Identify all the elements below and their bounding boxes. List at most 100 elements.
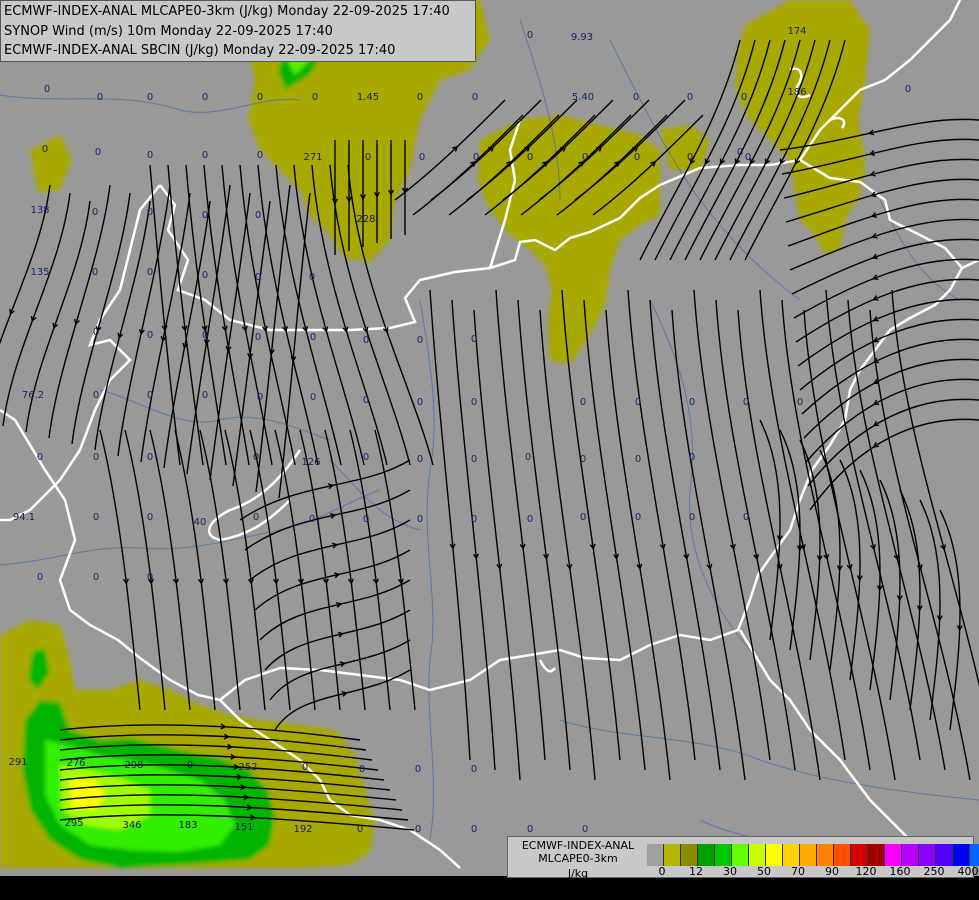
streamline xyxy=(839,459,861,681)
legend-swatch xyxy=(851,844,868,866)
value-label: 0 xyxy=(419,152,425,163)
streamline xyxy=(891,289,979,687)
value-label: 0 xyxy=(689,512,695,523)
streamline xyxy=(495,289,546,761)
value-label: 276 xyxy=(66,758,85,769)
value-label: 0 xyxy=(255,332,261,343)
info-line-wind: SYNOP Wind (m/s) 10m Monday 22-09-2025 1… xyxy=(4,23,333,39)
value-label: 0 xyxy=(202,210,208,221)
value-label: 174 xyxy=(787,26,806,37)
legend-swatch xyxy=(664,844,681,866)
streamline xyxy=(869,309,971,781)
legend-swatch xyxy=(970,844,979,866)
value-label: 0 xyxy=(97,92,103,103)
value-label: 271 xyxy=(303,152,322,163)
value-label: 0 xyxy=(309,272,315,283)
value-label: 0 xyxy=(687,92,693,103)
value-label: 0 xyxy=(580,454,586,465)
value-label: 0 xyxy=(93,452,99,463)
legend-tick-label: 400 xyxy=(957,865,979,878)
streamline xyxy=(715,299,796,771)
value-label: 183 xyxy=(178,820,197,831)
weather-map[interactable]: 0 0 0 0 0 0 0 0 9.93 0 174 0 0 1.45 0 0 5.40 0 0 186 0 0 0 0 271… xyxy=(0,0,979,900)
value-label: 0 xyxy=(93,327,99,338)
value-label: 186 xyxy=(787,87,806,98)
value-label: 0 xyxy=(312,92,318,103)
streamline xyxy=(801,338,979,415)
value-label: 0 xyxy=(527,152,533,163)
value-label: 0 xyxy=(365,152,371,163)
value-label: 0 xyxy=(797,397,803,408)
value-label: 0 xyxy=(527,514,533,525)
value-label: 0 xyxy=(37,452,43,463)
legend-tick-label: 30 xyxy=(723,865,737,878)
streamline xyxy=(269,639,411,701)
value-label: 0 xyxy=(93,572,99,583)
value-label: 76.2 xyxy=(22,390,44,401)
legend-swatch xyxy=(732,844,749,866)
streamline xyxy=(451,299,496,771)
value-label: 0 xyxy=(257,150,263,161)
value-label: 0 xyxy=(187,760,193,771)
value-label: 5.40 xyxy=(572,92,594,103)
legend-swatch xyxy=(783,844,800,866)
value-label: 0 xyxy=(37,572,43,583)
value-label: 1.45 xyxy=(357,92,379,103)
value-label: 0 xyxy=(363,395,369,406)
value-label: 0 xyxy=(147,150,153,161)
value-label: 0 xyxy=(147,207,153,218)
value-label: 0 xyxy=(92,207,98,218)
value-label: 9.93 xyxy=(571,32,593,43)
legend-unit: J/kg xyxy=(567,867,589,880)
value-label: 252 xyxy=(238,762,257,773)
value-label: 0 xyxy=(471,454,477,465)
legend-param: MLCAPE0-3km xyxy=(538,852,618,865)
value-label: 0 xyxy=(689,452,695,463)
streamline xyxy=(803,309,896,781)
streamline xyxy=(473,309,521,781)
value-label: 0 xyxy=(202,330,208,341)
streamline xyxy=(517,299,571,771)
value-label: 0 xyxy=(473,152,479,163)
value-label: 0 xyxy=(417,397,423,408)
value-label: 0 xyxy=(93,512,99,523)
value-label: 291 xyxy=(8,757,27,768)
streamline xyxy=(805,378,979,463)
value-label: 0 xyxy=(687,152,693,163)
info-line-cin: ECMWF-INDEX-ANAL SBCIN (J/kg) Monday 22-… xyxy=(4,43,396,58)
value-label: 0 xyxy=(582,152,588,163)
value-label: 0 xyxy=(147,267,153,278)
streamline xyxy=(879,479,901,701)
streamline xyxy=(759,289,846,761)
legend-swatch xyxy=(885,844,902,866)
legend-model: ECMWF-INDEX-ANAL xyxy=(521,839,635,852)
legend-swatch xyxy=(800,844,817,866)
cape-area-northwest xyxy=(30,135,72,192)
legend-tick-label: 0 xyxy=(658,865,666,878)
value-label: 0 xyxy=(417,335,423,346)
value-label: 0 xyxy=(527,824,533,835)
streamline xyxy=(0,184,51,345)
value-label: 135 xyxy=(30,267,49,278)
value-label: 0 xyxy=(582,824,588,835)
legend-tick-label: 70 xyxy=(791,865,805,878)
value-label: 0 xyxy=(202,92,208,103)
value-label: 0 xyxy=(527,30,533,41)
value-label: 0 xyxy=(147,452,153,463)
info-line-cape: ECMWF-INDEX-ANAL MLCAPE0-3km (J/kg) Mond… xyxy=(4,4,450,19)
value-label: 0 xyxy=(309,514,315,525)
value-label: 0 xyxy=(471,397,477,408)
value-label: 0 xyxy=(363,335,369,346)
value-label: 0 xyxy=(471,334,477,345)
value-label: 0 xyxy=(472,92,478,103)
value-label: 0 xyxy=(202,150,208,161)
value-label: 0 xyxy=(359,764,365,775)
value-label: 346 xyxy=(122,820,141,831)
value-label: 0 xyxy=(743,512,749,523)
legend-swatch xyxy=(919,844,936,866)
value-label: 0 xyxy=(743,397,749,408)
legend-tick-labels: 0 12 30 50 70 90 120 160 250 400 xyxy=(647,865,979,878)
value-label: 0 xyxy=(633,92,639,103)
legend-tick-label: 160 xyxy=(889,865,911,878)
value-label: 0 xyxy=(93,390,99,401)
